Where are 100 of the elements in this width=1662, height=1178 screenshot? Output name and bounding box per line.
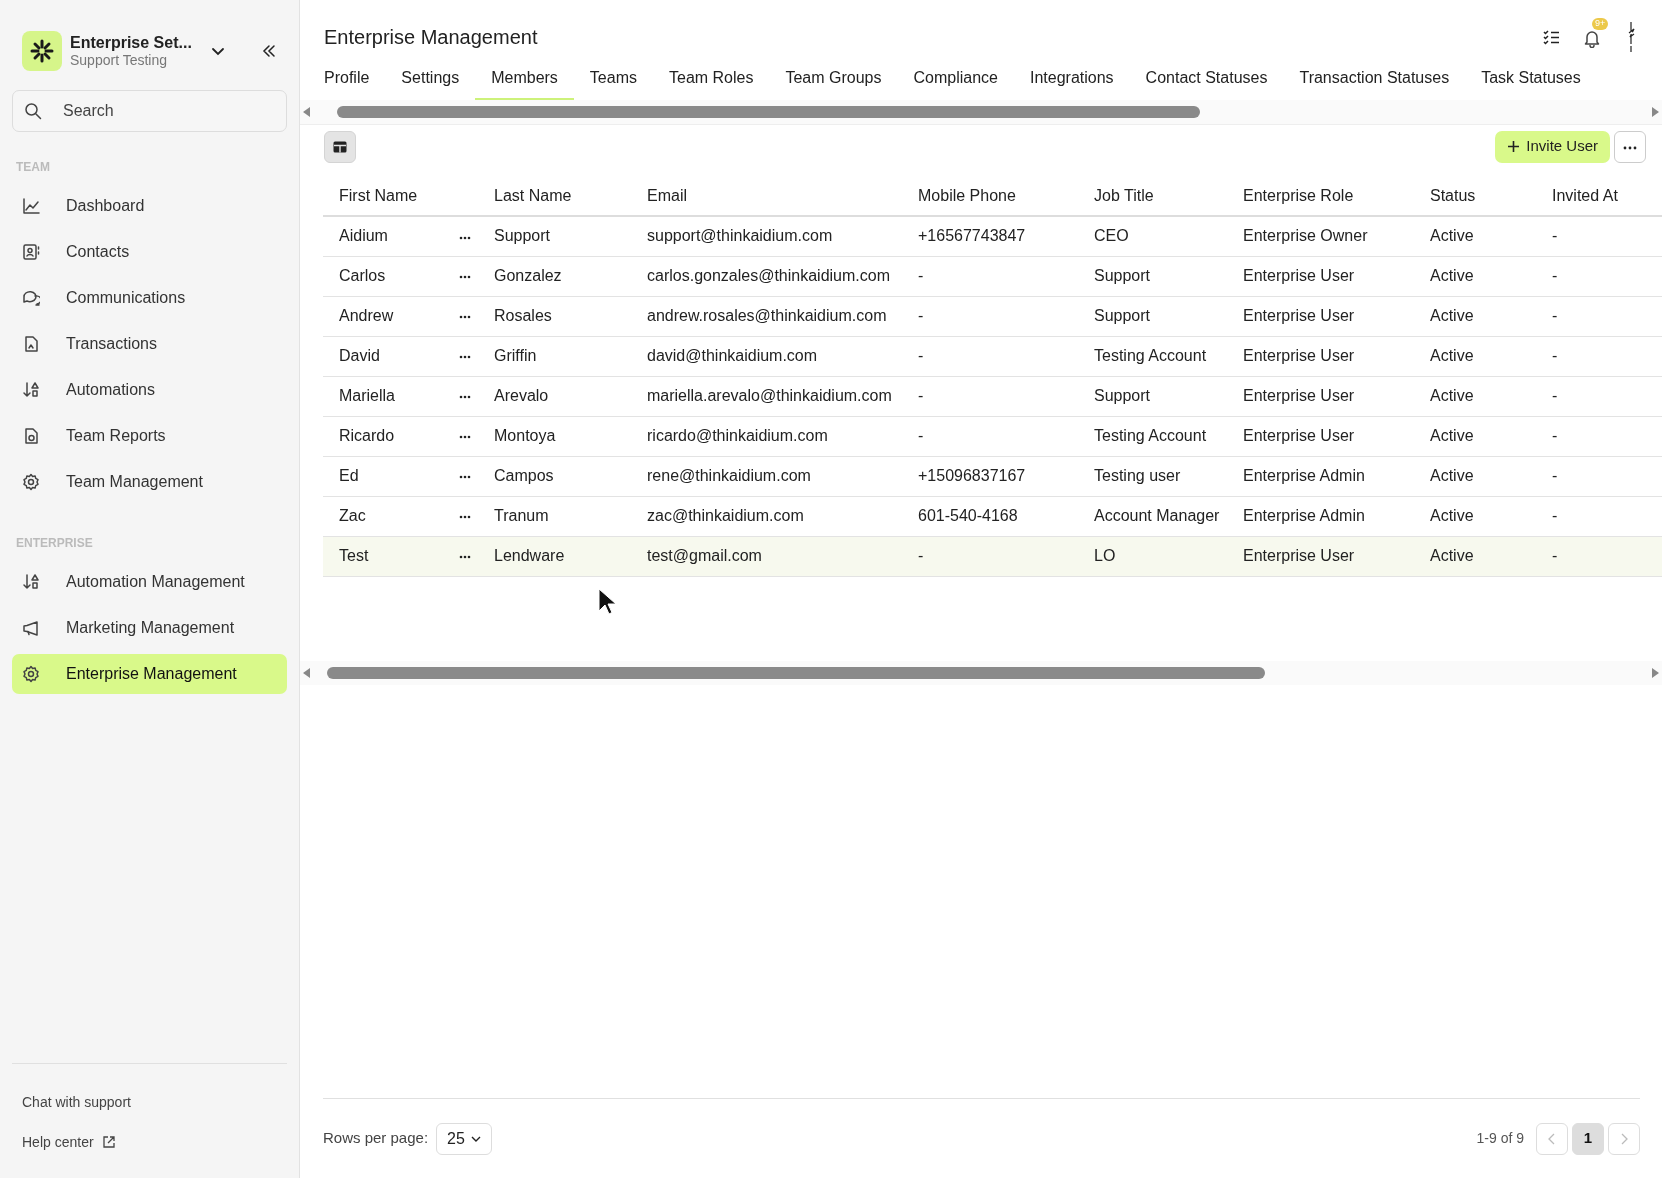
more-icon — [459, 555, 471, 560]
table-cell: zac@thinkaidium.com — [631, 496, 902, 536]
more-icon — [459, 515, 471, 520]
search-field[interactable]: Search — [12, 90, 287, 132]
table-cell: Montoya — [478, 416, 631, 456]
tab[interactable]: Transaction Statuses — [1283, 62, 1466, 100]
table-cell: Lendware — [478, 536, 631, 576]
tab[interactable]: Team Groups — [769, 62, 898, 100]
sort-shapes-icon — [22, 573, 40, 591]
column-header: Email — [631, 176, 902, 216]
tab[interactable]: Teams — [573, 62, 653, 100]
sidebar-item[interactable]: Team Reports — [12, 416, 287, 456]
sidebar-item[interactable]: Automations — [12, 370, 287, 410]
table-icon — [333, 140, 347, 153]
column-header: First Name — [323, 176, 443, 216]
chart-line-icon — [22, 197, 40, 215]
sidebar-item[interactable]: Dashboard — [12, 186, 287, 226]
tab[interactable]: Profile — [308, 62, 386, 100]
tab[interactable]: Task Statuses — [1465, 62, 1597, 100]
page-range: 1-9 of 9 — [1476, 1129, 1524, 1148]
table-cell: Testing Account — [1078, 336, 1227, 376]
collapse-sidebar-icon[interactable] — [261, 43, 277, 59]
table-cell: Enterprise Admin — [1227, 496, 1414, 536]
column-header: Mobile Phone — [902, 176, 1078, 216]
sidebar-item[interactable]: Automation Management — [12, 562, 287, 602]
table-cell: Support — [1078, 296, 1227, 336]
checklist-icon[interactable] — [1542, 28, 1560, 46]
table-cell: rene@thinkaidium.com — [631, 456, 902, 496]
table-cell: - — [902, 256, 1078, 296]
table-cell: - — [902, 416, 1078, 456]
table-cell: support@thinkaidium.com — [631, 216, 902, 256]
table-cell: Rosales — [478, 296, 631, 336]
table-cell: - — [1536, 216, 1662, 256]
table-cell: andrew.rosales@thinkaidium.com — [631, 296, 902, 336]
table-cell: Zac — [323, 496, 443, 536]
table-cell: Aidium — [323, 216, 443, 256]
notification-badge: 9+ — [1592, 17, 1609, 30]
table-cell: LO — [1078, 536, 1227, 576]
more-icon — [459, 275, 471, 280]
table-view-button[interactable] — [324, 130, 356, 163]
table-cell: test@gmail.com — [631, 536, 902, 576]
table-cell: - — [1536, 296, 1662, 336]
more-icon — [459, 235, 471, 240]
tab[interactable]: Contact Statuses — [1129, 62, 1284, 100]
more-icon — [459, 435, 471, 440]
report-document-icon — [22, 427, 40, 445]
more-icon — [459, 395, 471, 400]
chevron-left-icon — [1548, 1132, 1556, 1145]
sidebar-item[interactable]: Contacts — [12, 232, 287, 272]
more-icon — [459, 355, 471, 360]
help-link[interactable]: Chat with support — [22, 1082, 277, 1122]
logo-icon — [22, 31, 62, 71]
table-cell: Carlos — [323, 256, 443, 296]
section-heading: TEAM — [16, 159, 51, 176]
tab[interactable]: Settings — [385, 62, 476, 100]
table-cell: Enterprise User — [1227, 416, 1414, 456]
table-cell: Support — [1078, 256, 1227, 296]
tab[interactable]: Integrations — [1014, 62, 1130, 100]
table-cell: David — [323, 336, 443, 376]
sidebar-item[interactable]: Team Management — [12, 462, 287, 502]
table-cell: Enterprise User — [1227, 296, 1414, 336]
table-cell: Ricardo — [323, 416, 443, 456]
sidebar-item[interactable]: Communications — [12, 278, 287, 318]
table-cell: CEO — [1078, 216, 1227, 256]
megaphone-icon — [22, 619, 40, 637]
column-header: Invited At — [1536, 176, 1662, 216]
invite-user-button[interactable]: Invite User — [1495, 130, 1610, 163]
table-cell: Griffin — [478, 336, 631, 376]
more-icon — [459, 475, 471, 480]
table-cell: - — [1536, 416, 1662, 456]
table-cell: Mariella — [323, 376, 443, 416]
table-cell: Active — [1414, 416, 1536, 456]
rows-per-page-select[interactable]: 25 — [436, 1122, 492, 1155]
table-cell: - — [1536, 336, 1662, 376]
sidebar-item[interactable]: Marketing Management — [12, 608, 287, 648]
page-button[interactable]: 1 — [1572, 1122, 1604, 1155]
workspace-subtitle: Support Testing — [70, 52, 169, 69]
table-cell: Arevalo — [478, 376, 631, 416]
table-cell: Enterprise User — [1227, 256, 1414, 296]
table-cell: - — [902, 296, 1078, 336]
help-link[interactable]: Help center — [22, 1122, 277, 1162]
table-cell: Gonzalez — [478, 256, 631, 296]
table-cell: Enterprise Owner — [1227, 216, 1414, 256]
sidebar-item[interactable]: Enterprise Management — [12, 654, 287, 694]
table-cell: ricardo@thinkaidium.com — [631, 416, 902, 456]
column-header: Job Title — [1078, 176, 1227, 216]
tab[interactable]: Compliance — [897, 62, 1014, 100]
table-cell: - — [1536, 376, 1662, 416]
column-header: Enterprise Role — [1227, 176, 1414, 216]
gear-icon — [22, 665, 40, 683]
chat-bubbles-icon — [22, 289, 40, 307]
table-cell: Enterprise Admin — [1227, 456, 1414, 496]
table-cell: Campos — [478, 456, 631, 496]
table-cell: Enterprise User — [1227, 536, 1414, 576]
column-header: Last Name — [478, 176, 631, 216]
external-link-icon — [101, 1135, 116, 1149]
table-cell: Active — [1414, 256, 1536, 296]
tab[interactable]: Team Roles — [653, 62, 770, 100]
sidebar-item[interactable]: Transactions — [12, 324, 287, 364]
table-cell: Active — [1414, 216, 1536, 256]
